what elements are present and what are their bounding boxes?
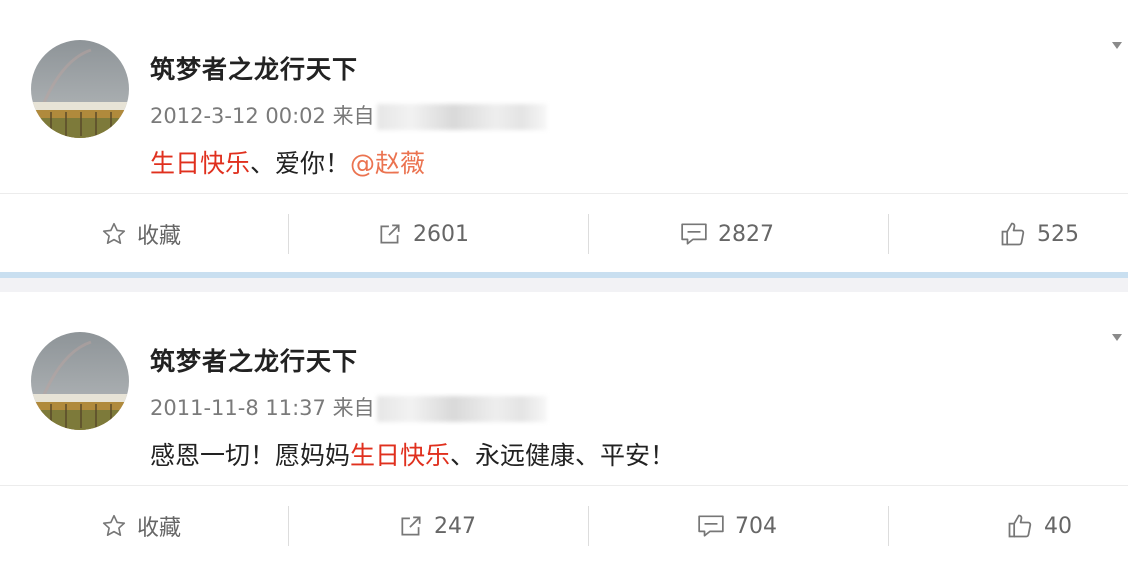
- blurred-source: [376, 104, 547, 130]
- star-icon: [101, 513, 127, 539]
- username[interactable]: 筑梦者之龙行天下: [150, 342, 358, 378]
- action-bar: 收藏 2601 2827 525: [0, 193, 1128, 274]
- repost-icon: [398, 513, 424, 539]
- action-divider: [588, 506, 589, 546]
- post-content: 生日快乐、爱你！@赵薇: [150, 144, 425, 180]
- like-count: 525: [1037, 221, 1079, 247]
- avatar-landscape-image: [31, 40, 129, 138]
- weibo-post: 筑梦者之龙行天下 2011-11-8 11:37 来自 感恩一切！愿妈妈生日快乐…: [0, 292, 1128, 566]
- like-count: 40: [1044, 513, 1072, 539]
- source-label: 来自: [332, 396, 375, 420]
- source-label: 来自: [332, 104, 375, 128]
- star-icon: [101, 221, 127, 247]
- post-timestamp[interactable]: 2012-3-12 00:02: [150, 104, 326, 128]
- avatar[interactable]: [31, 40, 129, 138]
- post-content: 感恩一切！愿妈妈生日快乐、永远健康、平安！: [150, 436, 675, 472]
- mention-link[interactable]: @赵薇: [350, 149, 425, 178]
- comment-button[interactable]: 2827: [586, 194, 868, 274]
- weibo-post: 筑梦者之龙行天下 2012-3-12 00:02 来自 生日快乐、爱你！@赵薇 …: [0, 0, 1128, 272]
- repost-count: 2601: [413, 221, 469, 247]
- action-divider: [888, 506, 889, 546]
- action-divider: [288, 506, 289, 546]
- action-divider: [888, 214, 889, 254]
- avatar[interactable]: [31, 332, 129, 430]
- comment-button[interactable]: 704: [596, 486, 878, 566]
- favorite-label: 收藏: [136, 516, 181, 541]
- chevron-down-icon[interactable]: [1112, 334, 1122, 341]
- content-text: 感恩一切！愿妈妈: [150, 441, 351, 470]
- blurred-source: [376, 396, 547, 422]
- highlight-text: 生日快乐: [350, 441, 451, 470]
- feed-separator: [0, 272, 1128, 292]
- favorite-button[interactable]: 收藏: [0, 486, 282, 566]
- comment-icon: [680, 221, 708, 247]
- thumbs-up-icon: [1006, 512, 1034, 540]
- highlight-text: 生日快乐: [150, 149, 251, 178]
- post-meta: 2012-3-12 00:02 来自: [150, 100, 547, 130]
- post-meta: 2011-11-8 11:37 来自: [150, 392, 547, 422]
- action-bar: 收藏 247 704 40: [0, 485, 1128, 566]
- content-text: 、爱你！: [250, 149, 351, 178]
- repost-icon: [377, 221, 403, 247]
- content-text: 、永远健康、平安！: [450, 441, 676, 470]
- thumbs-up-icon: [999, 220, 1027, 248]
- post-timestamp[interactable]: 2011-11-8 11:37: [150, 396, 326, 420]
- comment-count: 2827: [718, 221, 774, 247]
- comment-count: 704: [735, 513, 777, 539]
- chevron-down-icon[interactable]: [1112, 42, 1122, 49]
- repost-button[interactable]: 247: [296, 486, 578, 566]
- username[interactable]: 筑梦者之龙行天下: [150, 50, 358, 86]
- comment-icon: [697, 513, 725, 539]
- repost-button[interactable]: 2601: [282, 194, 564, 274]
- repost-count: 247: [434, 513, 476, 539]
- like-button[interactable]: 525: [898, 194, 1128, 274]
- favorite-label: 收藏: [136, 224, 181, 249]
- favorite-button[interactable]: 收藏: [0, 194, 282, 274]
- avatar-landscape-image: [31, 332, 129, 430]
- like-button[interactable]: 40: [898, 486, 1128, 566]
